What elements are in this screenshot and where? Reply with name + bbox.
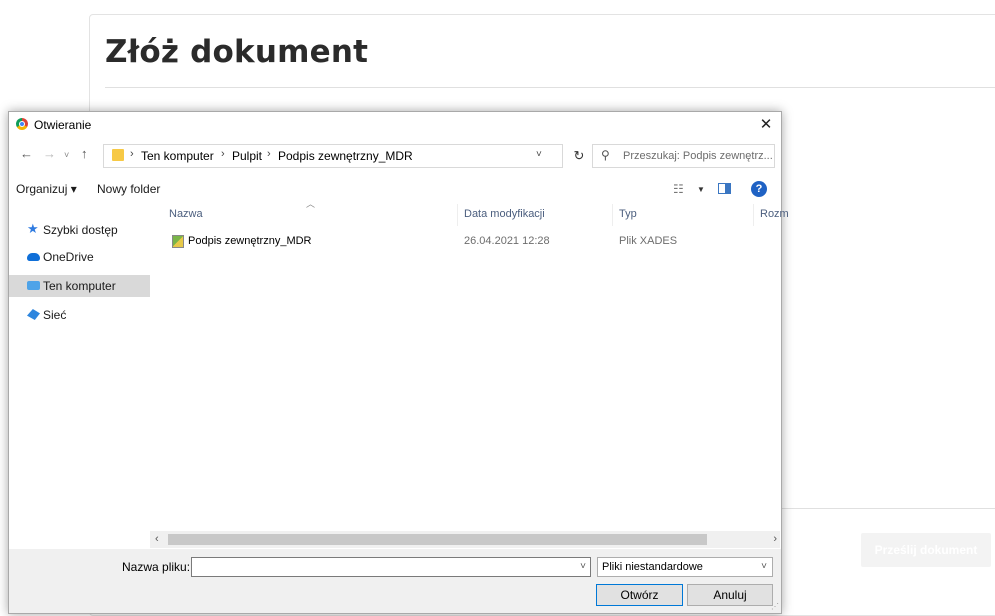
nav-item-onedrive[interactable]: OneDrive: [9, 246, 150, 268]
sort-ascending-icon: ︿: [306, 199, 316, 209]
breadcrumb-pulpit[interactable]: Pulpit: [232, 149, 262, 163]
network-icon: [27, 309, 40, 320]
filename-input[interactable]: ˅: [191, 557, 591, 577]
filename-label: Nazwa pliku:: [122, 560, 191, 574]
file-list-item[interactable]: Podpis zewnętrzny_MDR 26.04.2021 12:28 P…: [169, 232, 769, 252]
nav-item-label: Sieć: [43, 308, 67, 322]
column-header-modified[interactable]: Data modyfikacji: [464, 208, 545, 220]
file-modified-date: 26.04.2021 12:28: [464, 235, 550, 247]
address-bar[interactable]: › Ten komputer › Pulpit › Podpis zewnętr…: [103, 144, 563, 168]
nav-item-quick-access[interactable]: ★ Szybki dostęp: [9, 219, 150, 241]
search-input[interactable]: ⚲ Przeszukaj: Podpis zewnętrz...: [592, 144, 775, 168]
page-title: Złóż dokument: [105, 34, 369, 70]
filetype-select[interactable]: Pliki niestandardowe ˅: [597, 557, 773, 577]
star-icon: ★: [27, 221, 39, 236]
scroll-left-icon[interactable]: ‹: [155, 533, 159, 545]
cancel-button[interactable]: Anuluj: [687, 584, 773, 606]
help-icon[interactable]: ?: [751, 181, 767, 197]
organize-menu-button[interactable]: Organizuj ▾: [16, 182, 77, 196]
preview-pane-icon[interactable]: [718, 183, 731, 194]
column-header-type[interactable]: Typ: [619, 208, 637, 220]
column-divider[interactable]: [612, 204, 613, 226]
column-header-name[interactable]: Nazwa: [169, 208, 203, 220]
title-divider: [105, 87, 995, 88]
dialog-title: Otwieranie: [34, 118, 92, 132]
dialog-footer: Nazwa pliku: ˅ Pliki niestandardowe ˅ Ot…: [9, 549, 781, 613]
computer-icon: [27, 281, 40, 290]
file-name: Podpis zewnętrzny_MDR: [188, 235, 312, 247]
submit-document-button[interactable]: Prześlij dokument: [861, 533, 991, 567]
scroll-right-icon[interactable]: ›: [773, 533, 777, 545]
scrollbar-thumb[interactable]: [168, 534, 707, 545]
column-divider[interactable]: [753, 204, 754, 226]
up-arrow-icon[interactable]: ↑: [81, 146, 88, 161]
new-folder-button[interactable]: Nowy folder: [97, 182, 160, 196]
open-file-dialog: Otwieranie ✕ ← → ˅ ↑ › Ten komputer › Pu…: [8, 111, 789, 614]
dialog-titlebar: Otwieranie ✕: [9, 112, 781, 138]
filetype-value: Pliki niestandardowe: [602, 561, 703, 573]
address-dropdown-icon[interactable]: ˅: [536, 149, 542, 160]
refresh-icon[interactable]: ↻: [564, 144, 593, 168]
nav-item-label: Ten komputer: [43, 279, 116, 293]
horizontal-scrollbar[interactable]: ‹ ›: [150, 531, 780, 548]
breadcrumb-ten-komputer[interactable]: Ten komputer: [141, 149, 214, 163]
column-divider[interactable]: [457, 204, 458, 226]
navigation-pane: ★ Szybki dostęp OneDrive Ten komputer Si…: [9, 204, 159, 544]
nav-item-label: OneDrive: [43, 250, 94, 264]
search-placeholder: Przeszukaj: Podpis zewnętrz...: [623, 150, 773, 162]
recent-locations-chevron-icon[interactable]: ˅: [64, 150, 69, 160]
search-icon: ⚲: [601, 148, 610, 162]
close-button[interactable]: ✕: [751, 112, 781, 136]
filename-dropdown-icon[interactable]: ˅: [580, 561, 586, 572]
breadcrumb-separator: ›: [130, 148, 134, 160]
forward-arrow-icon[interactable]: →: [43, 146, 56, 161]
open-button[interactable]: Otwórz: [596, 584, 683, 606]
column-header-size[interactable]: Rozm: [760, 208, 789, 220]
file-type: Plik XADES: [619, 235, 678, 247]
back-arrow-icon[interactable]: ←: [20, 146, 33, 161]
resize-grip-icon[interactable]: ⋰: [771, 602, 779, 611]
nav-item-label: Szybki dostęp: [43, 223, 118, 237]
folder-icon: [112, 149, 124, 161]
breadcrumb-current-folder[interactable]: Podpis zewnętrzny_MDR: [278, 149, 413, 163]
chrome-icon: [16, 118, 28, 130]
breadcrumb-separator: ›: [221, 148, 225, 160]
footer-divider: [780, 508, 995, 509]
filetype-dropdown-icon: ˅: [761, 561, 767, 572]
cloud-icon: [27, 253, 40, 261]
breadcrumb-separator: ›: [267, 148, 271, 160]
nav-item-network[interactable]: Sieć: [9, 304, 150, 326]
xades-file-icon: [172, 235, 184, 248]
view-options-icon[interactable]: ☷: [673, 182, 684, 196]
nav-item-this-pc[interactable]: Ten komputer: [9, 275, 150, 297]
view-dropdown-icon[interactable]: ▼: [697, 185, 705, 194]
